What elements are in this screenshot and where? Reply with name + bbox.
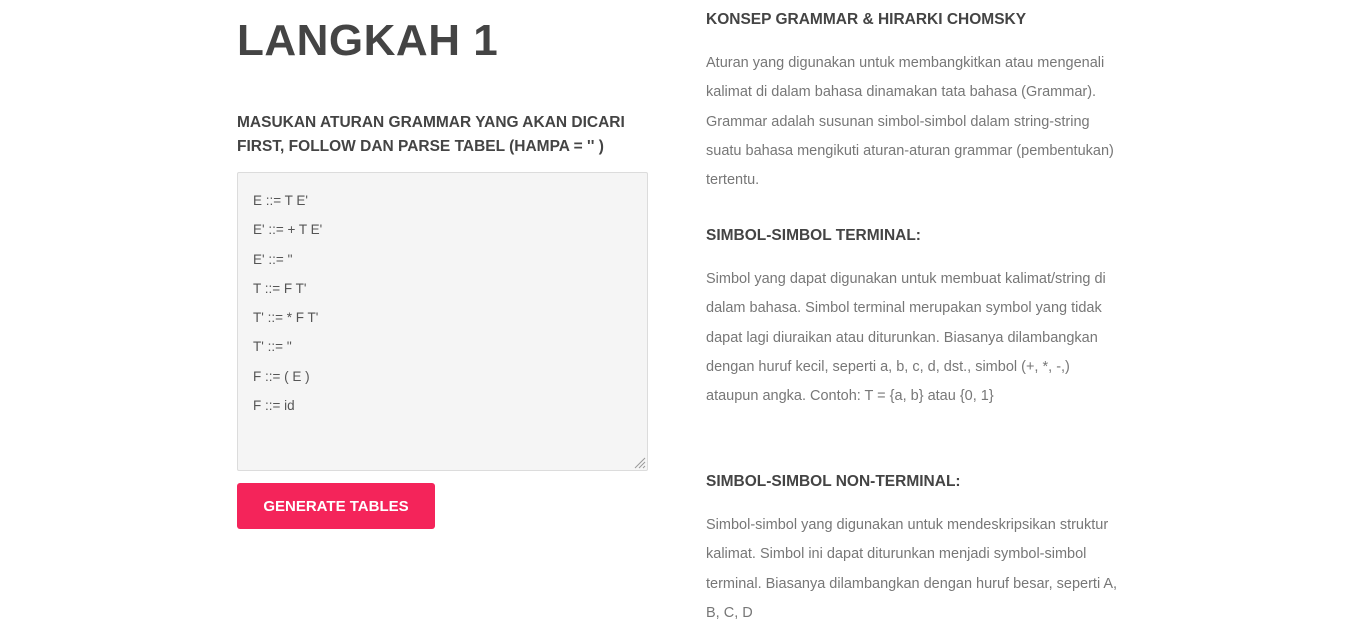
section-heading-grammar: KONSEP GRAMMAR & HIRARKI CHOMSKY [706,11,1027,28]
resize-grip-icon[interactable] [632,455,646,469]
section-text-terminal: Simbol yang dapat digunakan untuk membua… [706,271,1106,405]
grammar-line: F ::= ( E ) [253,368,310,384]
step-title: LANGKAH 1 [237,16,499,65]
grammar-textarea[interactable]: E ::= T E' E' ::= + T E' E' ::= '' T ::=… [237,172,648,471]
section-heading-non-terminal: SIMBOL-SIMBOL NON-TERMINAL: [706,473,961,490]
grammar-line: E' ::= '' [253,251,293,267]
page: LANGKAH 1 MASUKAN ATURAN GRAMMAR YANG AK… [0,0,1354,626]
grammar-line: T ::= F T' [253,280,307,296]
grammar-instruction: MASUKAN ATURAN GRAMMAR YANG AKAN DICARI … [237,114,625,155]
section-text-grammar: Aturan yang digunakan untuk membangkitka… [706,55,1114,189]
section-text-non-terminal: Simbol-simbol yang digunakan untuk mende… [706,517,1118,621]
grammar-line: E ::= T E' [253,193,308,208]
grammar-line: T' ::= '' [253,339,292,355]
grammar-line: F ::= id [253,398,295,414]
grammar-line: T' ::= * F T' [253,310,319,326]
section-heading-terminal: SIMBOL-SIMBOL TERMINAL: [706,227,921,244]
grammar-line: E' ::= + T E' [253,222,323,238]
generate-tables-button[interactable]: GENERATE TABLES [237,483,435,529]
